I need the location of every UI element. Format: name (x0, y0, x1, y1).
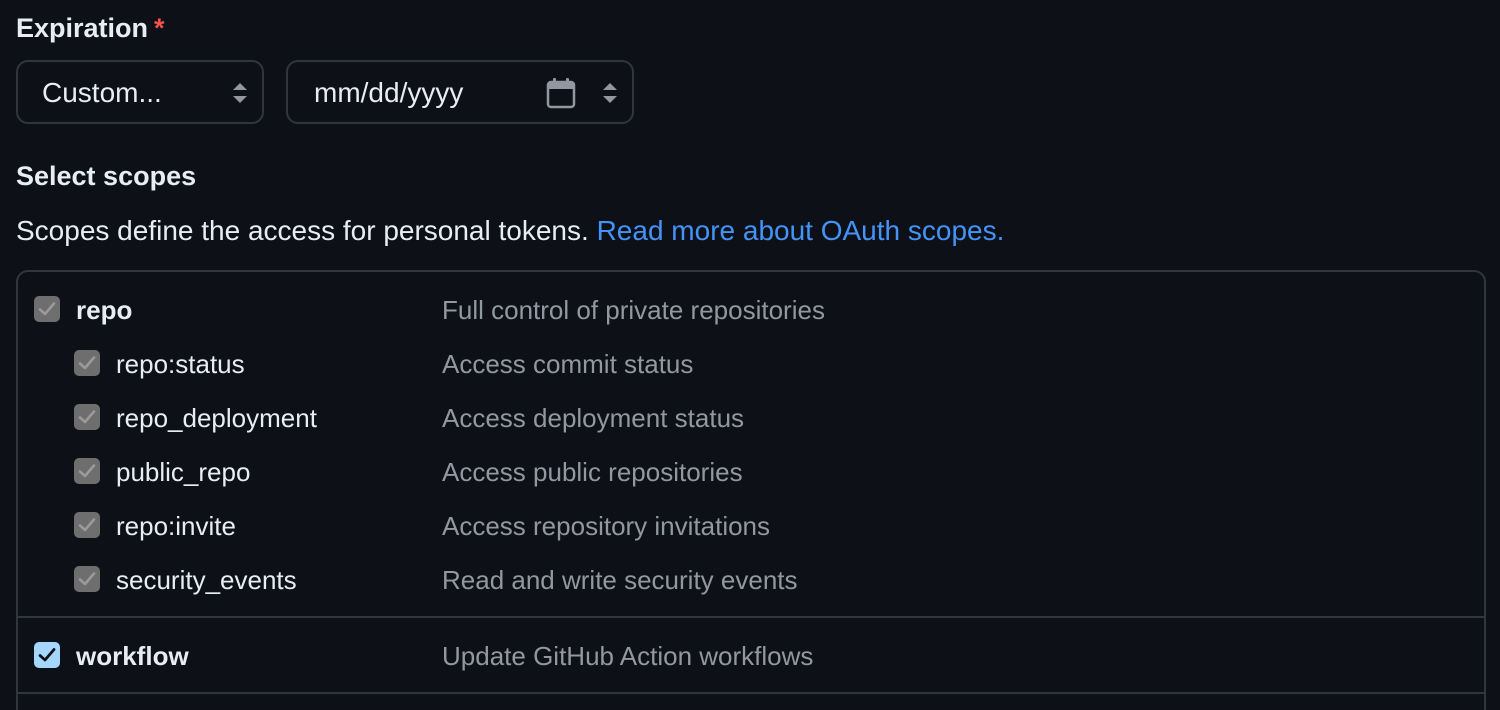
scope-name: security_events (116, 565, 297, 595)
updown-arrows-icon (233, 83, 247, 103)
date-input-placeholder: mm/dd/yyyy (314, 77, 464, 108)
check-icon (78, 518, 96, 532)
scope-description: Access deployment status (442, 403, 745, 433)
expiration-date-input[interactable]: mm/dd/yyyy (286, 60, 634, 124)
scope-description: Access commit status (442, 349, 694, 379)
check-icon (38, 302, 56, 316)
updown-arrows-icon[interactable] (602, 81, 618, 105)
expiration-preset-select[interactable]: Custom... (16, 60, 264, 124)
check-icon (78, 572, 96, 586)
expiration-preset-value: Custom... (42, 77, 162, 108)
expiration-label-text: Expiration (16, 13, 149, 43)
check-icon (78, 410, 96, 424)
scope-description: Access repository invitations (442, 511, 771, 541)
scope-row-repo-deployment: repo_deployment Access deployment status (18, 398, 1484, 438)
token-scopes-form: Expiration * Custom... mm/dd/yyyy Select … (0, 0, 1500, 710)
scope-name: repo_deployment (116, 403, 317, 433)
checkbox-workflow[interactable] (34, 642, 60, 668)
checkbox-repo-status[interactable] (74, 350, 100, 376)
checkbox-security-events[interactable] (74, 566, 100, 592)
scope-name: workflow (76, 641, 189, 671)
checkbox-repo[interactable] (34, 296, 60, 322)
scope-description: Access public repositories (442, 457, 743, 487)
scope-row-repo: repo Full control of private repositorie… (18, 290, 1484, 330)
scopes-description: Scopes define the access for personal to… (16, 212, 1004, 250)
scope-group-divider (18, 692, 1484, 694)
scope-row-public-repo: public_repo Access public repositories (18, 452, 1484, 492)
select-scopes-heading: Select scopes (16, 161, 197, 191)
scopes-description-text: Scopes define the access for personal to… (16, 215, 589, 246)
calendar-icon[interactable] (546, 77, 576, 109)
checkbox-public-repo[interactable] (74, 458, 100, 484)
scope-name: repo (76, 295, 133, 325)
oauth-scopes-link[interactable]: Read more about OAuth scopes. (597, 215, 1005, 246)
check-icon (78, 356, 96, 370)
scope-row-security-events: security_events Read and write security … (18, 560, 1484, 600)
check-icon (38, 648, 56, 662)
scope-description: Read and write security events (442, 565, 798, 595)
scope-name: repo:status (116, 349, 245, 379)
scope-name: repo:invite (116, 511, 236, 541)
required-marker: * (154, 13, 165, 43)
scope-row-workflow: workflow Update GitHub Action workflows (18, 636, 1484, 676)
scope-description: Update GitHub Action workflows (442, 641, 814, 671)
scope-row-repo-status: repo:status Access commit status (18, 344, 1484, 384)
scope-description: Full control of private repositories (442, 295, 825, 325)
scope-group-divider (18, 616, 1484, 618)
checkbox-repo-deployment[interactable] (74, 404, 100, 430)
scope-name: public_repo (116, 457, 251, 487)
scopes-list: repo Full control of private repositorie… (16, 270, 1486, 710)
checkbox-repo-invite[interactable] (74, 512, 100, 538)
expiration-label: Expiration * (16, 10, 165, 46)
scope-row-repo-invite: repo:invite Access repository invitation… (18, 506, 1484, 546)
check-icon (78, 464, 96, 478)
